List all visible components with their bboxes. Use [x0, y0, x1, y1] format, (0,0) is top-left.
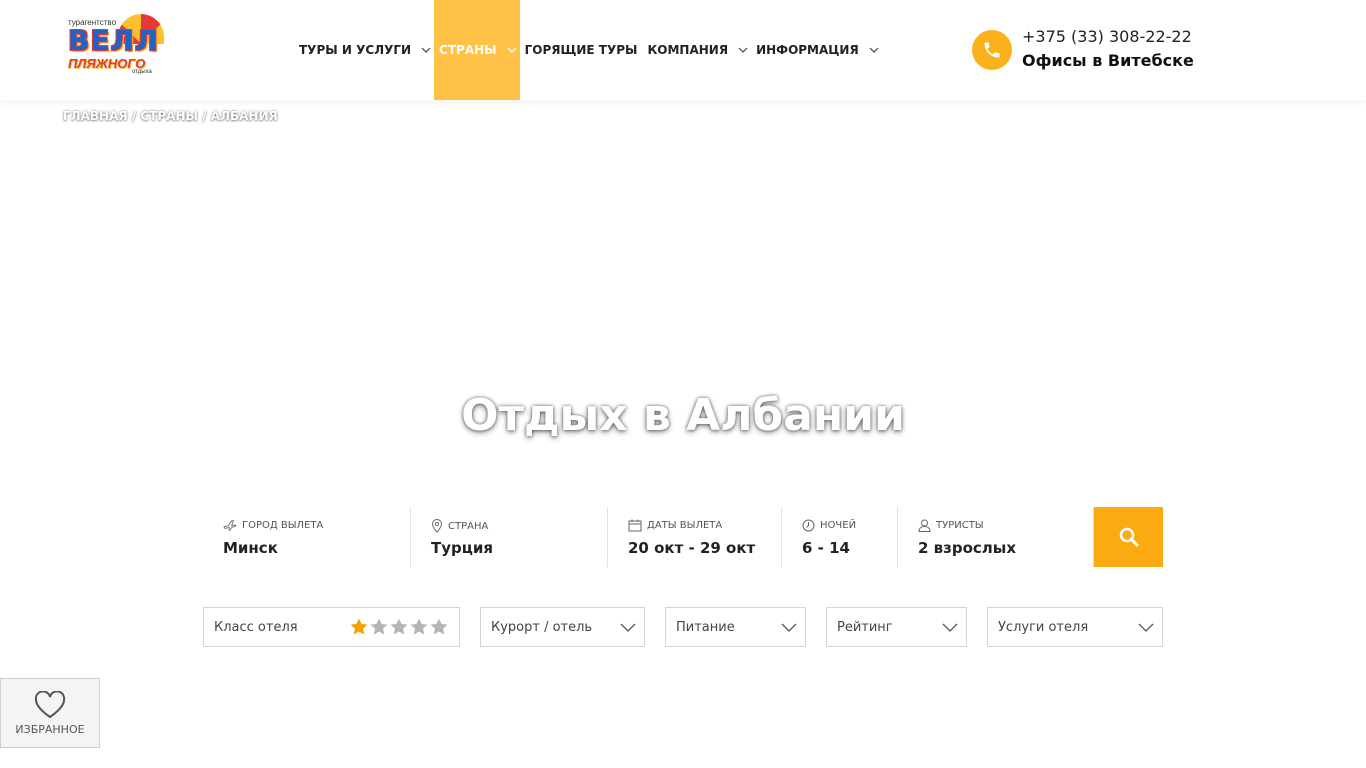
star-icon[interactable] — [369, 617, 389, 637]
hotel-services-filter[interactable]: Услуги отеля — [987, 607, 1163, 647]
chevron-down-icon — [620, 623, 636, 632]
nav-item-information[interactable]: ИНФОРМАЦИЯ — [751, 0, 882, 100]
breadcrumb-home[interactable]: ГЛАВНАЯ — [63, 109, 128, 123]
country-value: Турция — [431, 539, 494, 557]
chevron-down-icon — [421, 46, 431, 54]
nav-item-label: КОМПАНИЯ — [647, 43, 729, 57]
departure-city-label: ГОРОД ВЫЛЕТА — [223, 519, 323, 531]
departure-city-field[interactable]: ГОРОД ВЫЛЕТА Минск — [203, 507, 411, 567]
departure-dates-value: 20 окт - 29 окт — [628, 539, 756, 557]
nav-item-countries[interactable]: СТРАНЫ — [434, 0, 520, 100]
calendar-icon — [628, 519, 642, 532]
hotel-services-label: Услуги отеля — [998, 620, 1089, 635]
favorites-button[interactable]: ИЗБРАННОЕ — [0, 678, 100, 748]
user-icon — [918, 519, 931, 532]
breadcrumb-separator: / — [202, 109, 207, 123]
plane-icon — [223, 520, 237, 531]
hotel-class-stars — [349, 617, 449, 637]
main-nav: ТУРЫ И УСЛУГИ СТРАНЫ ГОРЯЩИЕ ТУРЫ КОМПАН… — [294, 0, 882, 100]
breadcrumb-separator: / — [131, 109, 137, 123]
search-icon — [1119, 527, 1138, 547]
phone-icon[interactable] — [972, 30, 1012, 70]
chevron-down-icon — [738, 46, 748, 54]
hotel-class-label: Класс отеля — [214, 620, 298, 635]
favorites-label: ИЗБРАННОЕ — [15, 723, 85, 736]
nav-item-company[interactable]: КОМПАНИЯ — [642, 0, 751, 100]
hotel-class-filter[interactable]: Класс отеля — [203, 607, 460, 647]
nights-label: НОЧЕЙ — [802, 519, 856, 532]
clock-icon — [802, 519, 815, 532]
star-icon[interactable] — [409, 617, 429, 637]
nights-field[interactable]: НОЧЕЙ 6 - 14 — [782, 507, 898, 567]
nav-item-label: ГОРЯЩИЕ ТУРЫ — [524, 43, 638, 57]
logo[interactable]: турагентство ВЕЛЛ ПЛЯЖНОГО отдыха — [66, 14, 166, 76]
resort-hotel-label: Курорт / отель — [491, 620, 593, 635]
star-icon[interactable] — [429, 617, 449, 637]
page-title: Отдых в Албании — [461, 390, 905, 441]
chevron-down-icon — [1138, 623, 1154, 632]
departure-dates-label: ДАТЫ ВЫЛЕТА — [628, 519, 722, 532]
nav-item-tours[interactable]: ТУРЫ И УСЛУГИ — [294, 0, 434, 100]
phone-number[interactable]: +375 (33) 308-22-22 — [1022, 27, 1192, 46]
country-label: СТРАНА — [431, 519, 488, 533]
nav-item-hot-tours[interactable]: ГОРЯЩИЕ ТУРЫ — [520, 0, 643, 100]
nights-value: 6 - 14 — [802, 539, 850, 557]
nav-item-label: ТУРЫ И УСЛУГИ — [299, 43, 412, 57]
location-pin-icon — [431, 519, 443, 533]
tour-search-form: ГОРОД ВЫЛЕТА Минск СТРАНА Турция ДАТЫ ВЫ… — [203, 507, 1163, 567]
chevron-down-icon — [869, 46, 879, 54]
resort-hotel-filter[interactable]: Курорт / отель — [480, 607, 645, 647]
country-field[interactable]: СТРАНА Турция — [411, 507, 608, 567]
nav-item-label: ИНФОРМАЦИЯ — [756, 43, 859, 57]
breadcrumb: ГЛАВНАЯ / СТРАНЫ / АЛБАНИЯ — [63, 109, 278, 123]
rating-filter[interactable]: Рейтинг — [826, 607, 967, 647]
star-icon[interactable] — [389, 617, 409, 637]
logo-main-text: ВЕЛЛ — [68, 24, 159, 57]
logo-small-text: отдыха — [132, 69, 152, 75]
chevron-down-icon — [507, 46, 517, 54]
meal-filter[interactable]: Питание — [665, 607, 806, 647]
breadcrumb-current: АЛБАНИЯ — [210, 109, 278, 123]
tourists-field[interactable]: ТУРИСТЫ 2 взрослых — [898, 507, 1094, 567]
rating-label: Рейтинг — [837, 620, 893, 635]
meal-label: Питание — [676, 620, 735, 635]
chevron-down-icon — [942, 623, 958, 632]
offices-link[interactable]: Офисы в Витебске — [1022, 51, 1194, 70]
departure-dates-field[interactable]: ДАТЫ ВЫЛЕТА 20 окт - 29 окт — [608, 507, 782, 567]
chevron-down-icon — [781, 623, 797, 632]
breadcrumb-countries[interactable]: СТРАНЫ — [140, 109, 198, 123]
heart-icon — [34, 691, 66, 719]
tourists-value: 2 взрослых — [918, 539, 1017, 557]
header: турагентство ВЕЛЛ ПЛЯЖНОГО отдыха ТУРЫ И… — [0, 0, 1366, 100]
tourists-label: ТУРИСТЫ — [918, 519, 984, 532]
search-button[interactable] — [1094, 507, 1163, 567]
star-icon[interactable] — [349, 617, 369, 637]
departure-city-value: Минск — [223, 539, 278, 557]
nav-item-label: СТРАНЫ — [439, 43, 497, 57]
